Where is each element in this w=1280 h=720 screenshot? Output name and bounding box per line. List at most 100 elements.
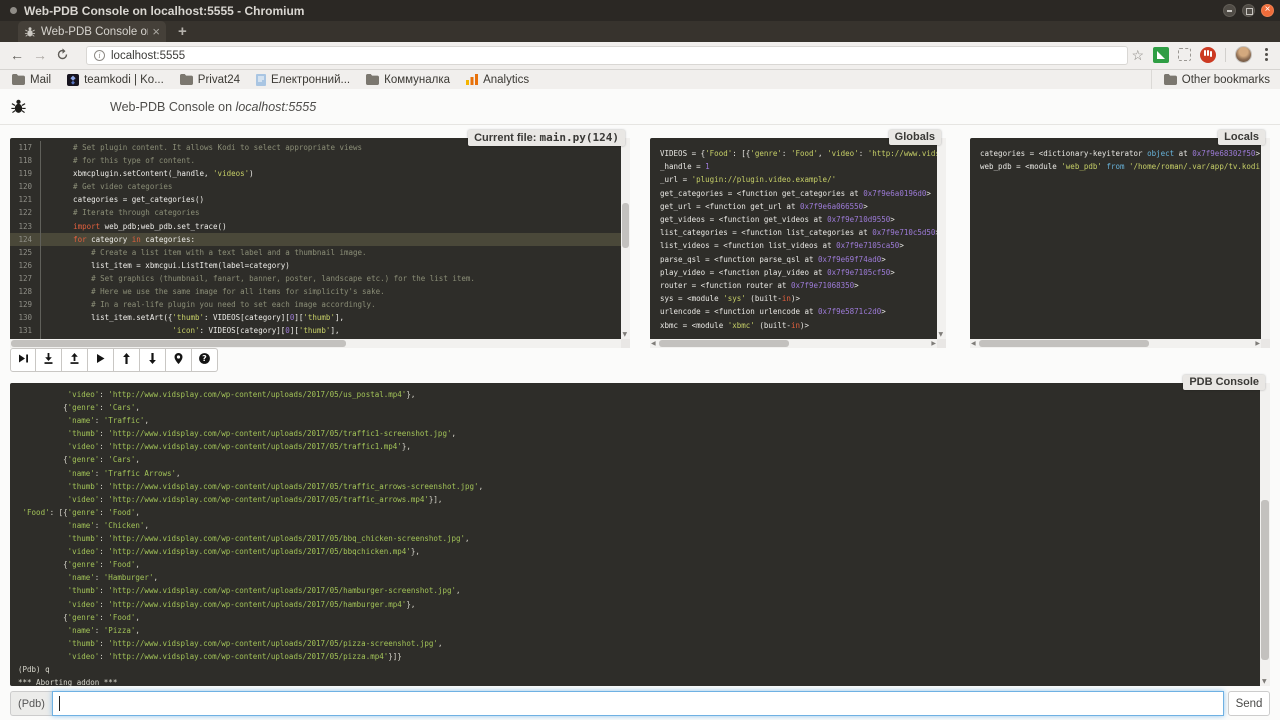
console-line: 'thumb': 'http://www.vidsplay.com/wp-con… (18, 584, 1260, 597)
bookmark-item[interactable]: Privat24 (180, 74, 240, 86)
globals-vertical-scrollbar[interactable]: ▼ (937, 138, 946, 339)
debug-next-button[interactable] (10, 348, 36, 372)
code-text: # In a real-life plugin you need to set … (40, 298, 376, 311)
profile-avatar[interactable] (1235, 46, 1252, 63)
line-number: 120 (10, 180, 40, 193)
debug-where-button[interactable] (166, 348, 192, 372)
code-text: categories = get_categories() (40, 193, 204, 206)
line-number: 130 (10, 311, 40, 324)
scrollbar-thumb[interactable] (622, 203, 629, 248)
console-line: {'genre': 'Cars', (18, 453, 1260, 466)
browser-menu-icon[interactable] (1265, 53, 1268, 56)
locals-vertical-scrollbar[interactable] (1261, 138, 1270, 339)
code-text: list_item.setArt({'thumb': VIDEOS[catego… (40, 311, 344, 324)
locals-horizontal-scrollbar[interactable]: ◀ ▶ (970, 339, 1261, 348)
variable-line: get_videos = <function get_videos at 0x7… (660, 213, 937, 226)
scroll-left-arrow-icon[interactable]: ◀ (971, 341, 976, 347)
url-bar[interactable]: i localhost:5555 (86, 46, 1128, 65)
scroll-right-arrow-icon[interactable]: ▶ (1255, 341, 1260, 347)
code-text: for category in categories: (40, 233, 195, 246)
code-horizontal-scrollbar[interactable] (10, 339, 621, 348)
scroll-right-arrow-icon[interactable]: ▶ (931, 341, 936, 347)
send-button[interactable]: Send (1228, 691, 1270, 716)
chart-icon (466, 74, 478, 85)
globals-horizontal-scrollbar[interactable]: ◀ ▶ (650, 339, 937, 348)
scroll-down-arrow-icon[interactable]: ▼ (623, 332, 628, 338)
scrollbar-thumb[interactable] (659, 340, 789, 347)
scrollbar-thumb[interactable] (979, 340, 1149, 347)
reload-icon[interactable] (56, 48, 69, 64)
extension-red-icon[interactable] (1200, 47, 1216, 63)
debug-step-button[interactable] (36, 348, 62, 372)
scroll-down-arrow-icon[interactable]: ▼ (939, 332, 944, 338)
minimize-button[interactable] (1223, 4, 1236, 17)
bookmark-item[interactable]: Mail (12, 74, 51, 86)
debug-return-button[interactable] (62, 348, 88, 372)
help-icon: ? (198, 352, 211, 368)
scrollbar-thumb[interactable] (11, 340, 346, 347)
code-line-120: 120 # Get video categories (10, 180, 621, 193)
extension-dotted-icon[interactable] (1178, 48, 1191, 61)
console-vertical-scrollbar[interactable]: ▼ (1260, 383, 1270, 686)
tab-title: Web-PDB Console on loca (41, 26, 148, 38)
svg-text:?: ? (202, 354, 207, 363)
debug-continue-button[interactable] (88, 348, 114, 372)
scroll-down-arrow-icon[interactable]: ▼ (1262, 679, 1267, 685)
app-dot-icon (10, 7, 17, 14)
back-icon[interactable]: ← (10, 47, 24, 63)
line-number: 119 (10, 167, 40, 180)
new-tab-button[interactable]: + (174, 23, 191, 40)
console-line: 'video': 'http://www.vidsplay.com/wp-con… (18, 598, 1260, 611)
code-text: # Here we use the same image for all ite… (40, 285, 385, 298)
code-line-126: 126 list_item = xbmcgui.ListItem(label=c… (10, 259, 621, 272)
info-icon[interactable]: i (94, 50, 105, 61)
bookmark-item[interactable]: Електронний... (256, 74, 350, 86)
bookmark-star-icon[interactable]: ☆ (1131, 47, 1144, 63)
bookmark-item[interactable]: Analytics (466, 74, 529, 86)
forward-icon[interactable]: → (33, 47, 47, 63)
code-panel-label: Current file: main.py(124) (468, 130, 625, 146)
window-controls (1223, 4, 1274, 17)
variable-line: play_video = <function play_video at 0x7… (660, 266, 937, 279)
text-caret (59, 696, 60, 711)
pdb-command-input[interactable] (52, 691, 1224, 716)
line-number: 128 (10, 285, 40, 298)
divider (1225, 48, 1226, 62)
maximize-button[interactable] (1242, 4, 1255, 17)
scroll-left-arrow-icon[interactable]: ◀ (651, 341, 656, 347)
close-button[interactable] (1261, 4, 1274, 17)
debug-help-button[interactable]: ? (192, 348, 218, 372)
browser-tab[interactable]: Web-PDB Console on loca × (18, 21, 166, 42)
code-line-130: 130 list_item.setArt({'thumb': VIDEOS[ca… (10, 311, 621, 324)
scrollbar-corner (621, 339, 630, 348)
tab-close-icon[interactable]: × (152, 26, 160, 38)
extension-green-icon[interactable] (1153, 47, 1169, 63)
other-bookmarks[interactable]: Other bookmarks (1151, 70, 1270, 89)
line-number: 122 (10, 206, 40, 219)
console-line: 'name': 'Chicken', (18, 519, 1260, 532)
kodi-icon (67, 74, 79, 86)
line-number: 123 (10, 220, 40, 233)
code-vertical-scrollbar[interactable]: ▼ (621, 138, 630, 339)
console-line: (Pdb) q (18, 663, 1260, 676)
debug-down-button[interactable] (140, 348, 166, 372)
debug-up-button[interactable] (114, 348, 140, 372)
code-text: # Create a list item with a text label a… (40, 246, 367, 259)
code-line-128: 128 # Here we use the same image for all… (10, 285, 621, 298)
code-line-129: 129 # In a real-life plugin you need to … (10, 298, 621, 311)
scrollbar-thumb[interactable] (1261, 500, 1269, 660)
step-into-icon (42, 352, 55, 368)
bookmark-item[interactable]: Коммуналка (366, 74, 450, 86)
code-line-125: 125 # Create a list item with a text lab… (10, 246, 621, 259)
console-line: {'genre': 'Food', (18, 558, 1260, 571)
variable-line: router = <function router at 0x7f9e71068… (660, 279, 937, 292)
console-line: 'name': 'Traffic Arrows', (18, 467, 1260, 480)
next-icon (17, 352, 30, 368)
console-line: {'genre': 'Cars', (18, 401, 1260, 414)
down-icon (146, 352, 159, 368)
step-out-icon (68, 352, 81, 368)
console-line: 'thumb': 'http://www.vidsplay.com/wp-con… (18, 427, 1260, 440)
pdb-prompt-label: (Pdb) (10, 691, 52, 716)
bookmark-item[interactable]: teamkodi | Ko... (67, 74, 164, 86)
folder-icon (1164, 74, 1177, 85)
